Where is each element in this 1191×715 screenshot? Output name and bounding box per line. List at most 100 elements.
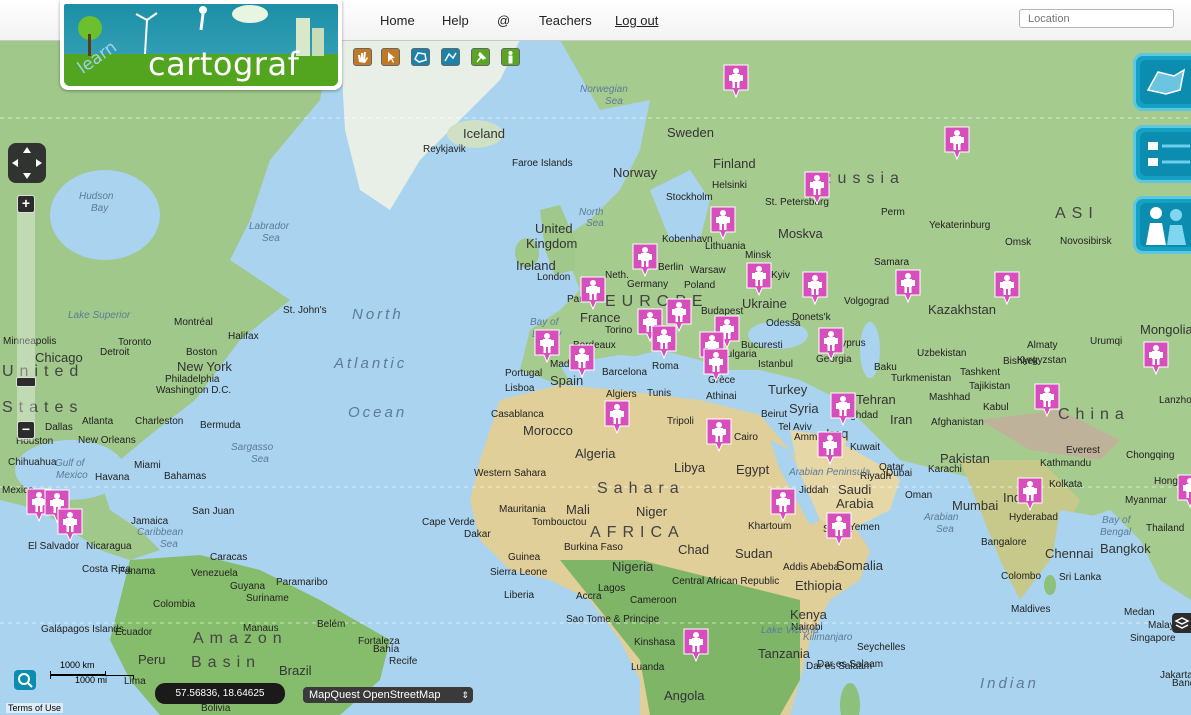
map-label: Colombia	[153, 599, 196, 610]
map-label: Mauritania	[499, 504, 546, 515]
map-label: Liberia	[504, 590, 535, 601]
pin-tool-icon[interactable]	[471, 48, 490, 66]
map-label: Bengal	[1100, 527, 1132, 538]
zoom-out-button[interactable]: −	[17, 421, 35, 439]
nav-help[interactable]: Help	[442, 13, 469, 28]
layers-icon[interactable]	[1172, 613, 1191, 633]
map-label: France	[580, 310, 621, 325]
map-label: Dar es Salaam	[806, 661, 873, 672]
map-label: Sea	[586, 218, 604, 229]
pan-control[interactable]	[8, 143, 46, 183]
map-label: Mexico	[56, 470, 88, 481]
map-label: Reykjavik	[423, 144, 466, 155]
world-map[interactable]: North Atlantic Ocean Norwegian Sea North Sea La…	[0, 40, 1191, 715]
map-label: Syria	[789, 401, 819, 416]
map-label: Stockholm	[666, 192, 713, 203]
student-marker-icon[interactable]	[703, 348, 729, 384]
map-label: Algeria	[575, 446, 616, 461]
map-label: Afghanistan	[931, 417, 984, 428]
updown-icon: ⇕	[461, 690, 469, 700]
map-label: Karachi	[928, 464, 962, 475]
map-search-icon[interactable]	[14, 670, 36, 690]
student-marker-icon[interactable]	[632, 243, 658, 279]
zoom-slider[interactable]	[16, 377, 36, 387]
map-label: Uzbekistan	[917, 348, 967, 359]
student-marker-icon[interactable]	[1143, 341, 1169, 377]
map-label: Lagos	[598, 583, 626, 594]
student-marker-icon[interactable]	[944, 126, 970, 162]
student-marker-icon[interactable]	[1177, 474, 1191, 510]
student-marker-icon[interactable]	[683, 628, 709, 664]
map-label: Kuwait	[850, 442, 881, 453]
map-label: Sweden	[667, 125, 714, 140]
student-marker-icon[interactable]	[723, 64, 749, 100]
map-label: Atlantic	[334, 355, 408, 372]
map-label: Helsinki	[712, 180, 748, 191]
map-label: Miami	[134, 460, 161, 471]
map-label: Chongqing	[1126, 450, 1175, 461]
student-marker-icon[interactable]	[770, 488, 796, 524]
nav-logout[interactable]: Log out	[615, 13, 658, 28]
student-marker-icon[interactable]	[802, 271, 828, 307]
map-label: Sea	[605, 96, 623, 107]
map-label: Sea	[262, 233, 280, 244]
nav-home[interactable]: Home	[380, 13, 415, 28]
map-label: Casablanca	[491, 409, 544, 420]
map-label: Montréal	[174, 317, 213, 328]
map-label: Sea	[936, 524, 954, 535]
map-label: Bay of	[530, 317, 559, 328]
student-marker-icon[interactable]	[651, 325, 677, 361]
student-marker-icon[interactable]	[604, 400, 630, 436]
student-marker-icon[interactable]	[994, 271, 1020, 307]
list-panel-button[interactable]	[1133, 125, 1191, 183]
map-label: Norwegian	[580, 84, 628, 95]
map-label: Turkey	[768, 382, 808, 397]
nav-at[interactable]: @	[497, 13, 510, 28]
map-label: Bangkok	[1100, 541, 1151, 556]
map-label: United	[2, 363, 85, 380]
student-marker-icon[interactable]	[710, 206, 736, 242]
location-search-input[interactable]	[1019, 9, 1174, 28]
student-marker-icon[interactable]	[830, 392, 856, 428]
cartograf-logo[interactable]: learn cartograf	[60, 0, 342, 90]
map-label: Sargasso	[231, 442, 274, 453]
student-marker-icon[interactable]	[706, 418, 732, 454]
student-marker-icon[interactable]	[57, 508, 83, 544]
pan-tool-icon[interactable]	[353, 48, 372, 66]
scale-mi: 1000 mi	[75, 675, 108, 685]
map-label: Sri Lanka	[1059, 572, 1102, 583]
map-label: Lisboa	[505, 383, 535, 394]
map-label: Baku	[874, 362, 897, 373]
map-panel-button[interactable]	[1133, 53, 1191, 111]
draw-line-icon[interactable]	[441, 48, 460, 66]
student-marker-icon[interactable]	[895, 269, 921, 305]
student-marker-icon[interactable]	[804, 171, 830, 207]
nav-teachers[interactable]: Teachers	[539, 13, 592, 28]
map-label: Suriname	[246, 593, 289, 604]
map-label: Bahamas	[164, 471, 207, 482]
map-label: Sierra Leone	[490, 567, 548, 578]
base-layer-select[interactable]: MapQuest OpenStreetMap ⇕	[303, 687, 473, 703]
student-marker-icon[interactable]	[1017, 477, 1043, 513]
student-marker-icon[interactable]	[826, 512, 852, 548]
map-label: Chennai	[1045, 546, 1094, 561]
student-marker-icon[interactable]	[534, 329, 560, 365]
student-marker-icon[interactable]	[817, 431, 843, 467]
zoom-in-button[interactable]: +	[17, 195, 35, 213]
student-marker-icon[interactable]	[1034, 383, 1060, 419]
map-label: North	[352, 306, 404, 323]
person-tool-icon[interactable]	[501, 48, 520, 66]
student-marker-icon[interactable]	[580, 276, 606, 312]
map-label: Torino	[605, 325, 633, 336]
map-label: United	[535, 221, 573, 236]
zoom-bar[interactable]	[17, 195, 35, 441]
student-marker-icon[interactable]	[746, 262, 772, 298]
people-panel-button[interactable]	[1133, 196, 1191, 254]
select-arrow-icon[interactable]	[381, 48, 400, 66]
map-label: Lanzhou	[1159, 395, 1191, 406]
draw-area-icon[interactable]	[411, 48, 430, 66]
map-label: Ireland	[516, 258, 556, 273]
student-marker-icon[interactable]	[818, 327, 844, 363]
terms-of-use-link[interactable]: Terms of Use	[6, 703, 64, 713]
student-marker-icon[interactable]	[569, 344, 595, 380]
